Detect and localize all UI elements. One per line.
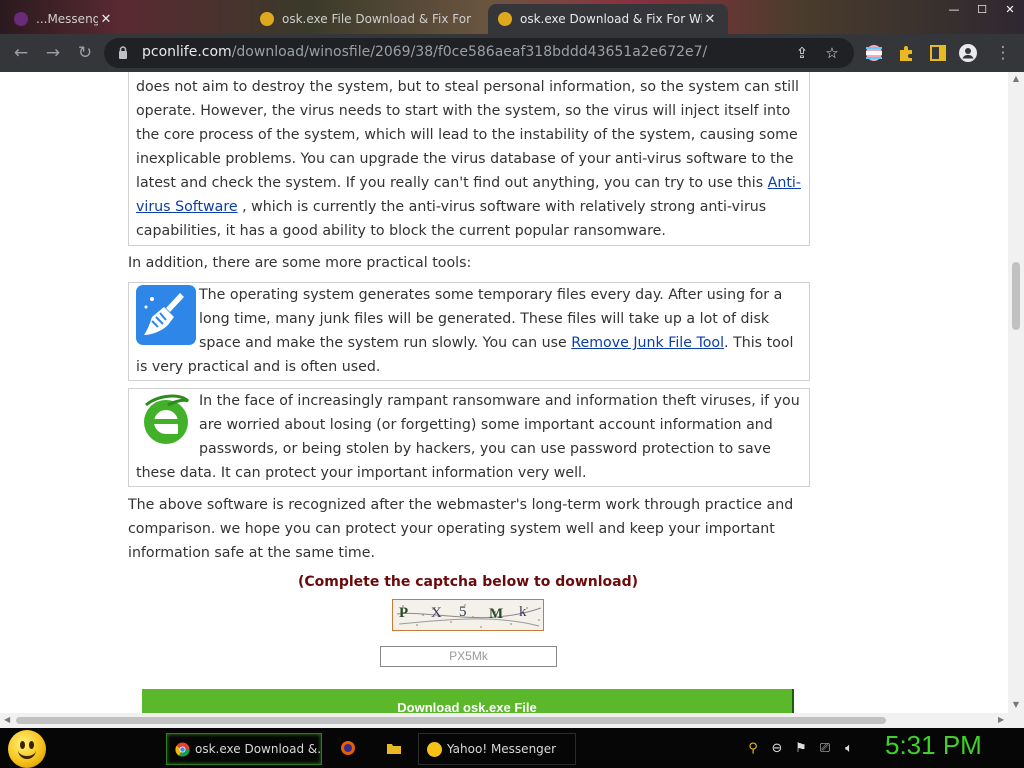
close-tab-icon[interactable]: ✕ xyxy=(702,12,718,27)
antivirus-paragraph: does not aim to destroy the system, but … xyxy=(136,75,802,243)
taskbar-chrome-item[interactable]: osk.exe Download &... xyxy=(166,733,322,765)
browser-toolbar: ← → ↻ pconlife.com/download/winosfile/20… xyxy=(0,34,1024,72)
horizontal-scroll-thumb[interactable] xyxy=(16,717,886,724)
window-controls: — ☐ ✕ xyxy=(940,0,1024,20)
captcha-char: P xyxy=(399,605,409,621)
volume-icon[interactable]: 🔈︎ xyxy=(840,741,858,756)
back-arrow-icon[interactable]: ← xyxy=(8,40,34,66)
captcha-image: P X 5 M k xyxy=(392,599,544,631)
captcha-char: k xyxy=(519,604,527,620)
pconlife-favicon-icon xyxy=(260,12,274,26)
action-center-flag-icon[interactable]: ⚑ xyxy=(792,741,810,756)
side-panel-icon[interactable] xyxy=(928,43,948,63)
captcha-char: 5 xyxy=(459,604,467,620)
vertical-scrollbar[interactable]: ▲ ▼ xyxy=(1008,72,1024,713)
browser-e-logo-icon xyxy=(144,394,190,444)
url-path: /download/winosfile/2069/38/f0ce586aeaf3… xyxy=(231,44,708,60)
minimize-icon[interactable]: — xyxy=(940,0,968,20)
reload-icon[interactable]: ↻ xyxy=(72,40,98,66)
scroll-up-arrow-icon[interactable]: ▲ xyxy=(1011,74,1021,83)
tab-messenger[interactable]: ...Messenger ✕ xyxy=(4,4,124,34)
chrome-icon xyxy=(175,741,190,757)
taskbar-yahoo-messenger-item[interactable]: Yahoo! Messenger xyxy=(418,733,576,765)
antivirus-text: does not aim to destroy the system, but … xyxy=(136,79,799,191)
download-button[interactable]: Download osk.exe File xyxy=(142,689,794,713)
captcha-char: X xyxy=(431,605,442,621)
scroll-left-arrow-icon[interactable]: ◀ xyxy=(4,715,10,724)
lock-icon xyxy=(119,46,127,59)
yahoo-smiley-icon xyxy=(427,741,442,757)
tab-osk-file-download[interactable]: osk.exe File Download & Fix For xyxy=(250,4,482,34)
tab-title: ...Messenger xyxy=(36,12,98,26)
url-text: pconlife.com/download/winosfile/2069/38/… xyxy=(142,44,707,60)
horizontal-scrollbar[interactable]: ◀ ▶ xyxy=(0,713,1024,728)
tab-title: osk.exe File Download & Fix For xyxy=(282,12,472,26)
network-icon[interactable]: ⎚ xyxy=(816,741,834,756)
account-avatar-icon[interactable] xyxy=(958,43,978,63)
search-icon[interactable]: ⚲ xyxy=(744,741,762,756)
firefox-icon[interactable] xyxy=(340,740,356,756)
scroll-right-arrow-icon[interactable]: ▶ xyxy=(998,715,1004,724)
profile-flag-icon[interactable] xyxy=(864,43,884,63)
captcha-char: M xyxy=(489,606,504,622)
taskbar: osk.exe Download &... Yahoo! Messenger ⚲… xyxy=(0,728,1024,768)
forward-arrow-icon[interactable]: → xyxy=(40,40,66,66)
extensions-puzzle-icon[interactable] xyxy=(896,43,916,63)
pconlife-favicon-icon xyxy=(498,12,512,26)
tray-status-icon[interactable]: ⊖ xyxy=(768,741,786,756)
start-smiley-icon[interactable] xyxy=(8,730,46,768)
vertical-scroll-thumb[interactable] xyxy=(1012,262,1020,330)
address-bar[interactable]: pconlife.com/download/winosfile/2069/38/… xyxy=(104,38,854,68)
tab-strip: ...Messenger ✕ osk.exe File Download & F… xyxy=(0,0,1024,34)
url-domain: pconlife.com xyxy=(142,44,232,60)
tab-osk-download-active[interactable]: osk.exe Download & Fix For Windows ✕ xyxy=(488,4,728,34)
tools-intro: In addition, there are some more practic… xyxy=(128,255,472,271)
taskbar-item-label: osk.exe Download &... xyxy=(195,742,322,756)
junk-tool-paragraph: The operating system generates some temp… xyxy=(136,283,806,379)
broom-cleaner-icon xyxy=(136,285,196,345)
captcha-input[interactable]: PX5Mk xyxy=(380,646,557,667)
password-tool-text: In the face of increasingly rampant rans… xyxy=(136,393,800,481)
remove-junk-file-tool-link[interactable]: Remove Junk File Tool xyxy=(571,335,724,351)
captcha-title: (Complete the captcha below to download) xyxy=(297,574,639,590)
bookmark-star-icon[interactable]: ☆ xyxy=(822,43,842,63)
page-viewport: does not aim to destroy the system, but … xyxy=(0,72,1008,713)
scroll-down-arrow-icon[interactable]: ▼ xyxy=(1011,700,1021,709)
maximize-icon[interactable]: ☐ xyxy=(968,0,996,20)
closing-paragraph: The above software is recognized after t… xyxy=(128,497,794,561)
share-icon[interactable]: ⇪ xyxy=(792,43,812,63)
clock[interactable]: 5:31 PM xyxy=(885,730,982,761)
close-window-icon[interactable]: ✕ xyxy=(996,0,1024,20)
folder-icon[interactable] xyxy=(386,740,402,756)
tab-title: osk.exe Download & Fix For Windows xyxy=(520,12,702,26)
messenger-favicon-icon xyxy=(14,12,28,26)
close-tab-icon[interactable]: ✕ xyxy=(98,12,114,27)
taskbar-item-label: Yahoo! Messenger xyxy=(447,742,557,756)
password-tool-paragraph: In the face of increasingly rampant rans… xyxy=(136,389,806,485)
menu-dots-icon[interactable]: ⋮ xyxy=(990,40,1016,66)
